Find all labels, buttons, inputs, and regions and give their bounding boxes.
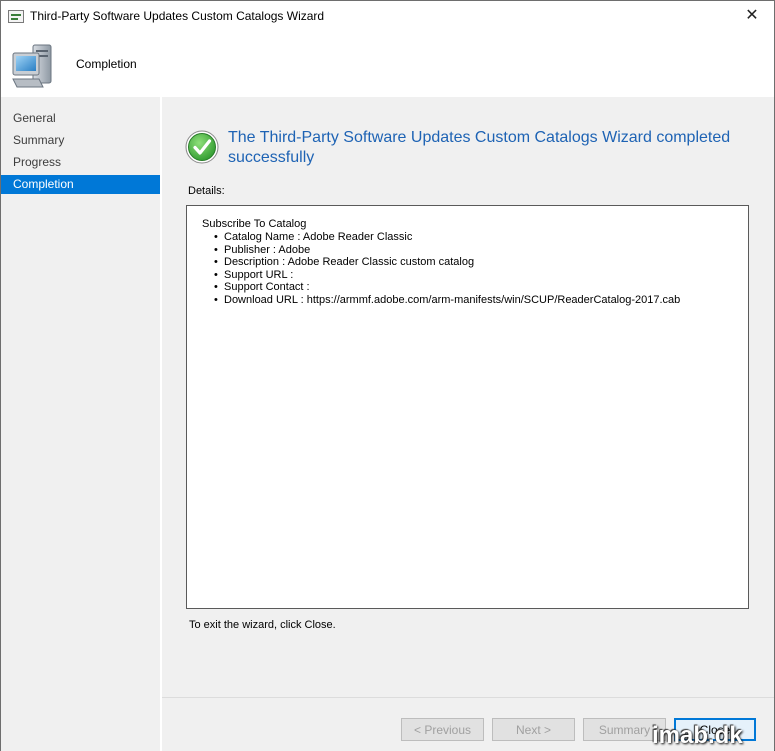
wizard-header: Completion [1, 32, 774, 96]
bullet-icon: • [214, 256, 218, 268]
details-item-download-url: • Download URL : https://armmf.adobe.com/… [214, 293, 681, 306]
bullet-icon: • [214, 293, 218, 306]
details-label: Details: [188, 185, 225, 197]
exit-instructions: To exit the wizard, click Close. [189, 619, 336, 631]
details-item-publisher: • Publisher : Adobe [214, 243, 311, 256]
close-window-button[interactable]: ✕ [737, 5, 767, 27]
nav-item-summary[interactable]: Summary [1, 131, 160, 150]
details-item-support-url: • Support URL : [214, 268, 294, 281]
nav-item-completion[interactable]: Completion [1, 175, 160, 194]
nav-item-progress[interactable]: Progress [1, 153, 160, 172]
wizard-nav: General Summary Progress Completion [1, 97, 160, 751]
title-bar: Third-Party Software Updates Custom Cata… [1, 1, 774, 32]
wizard-window: Third-Party Software Updates Custom Cata… [0, 0, 775, 751]
wizard-content: The Third-Party Software Updates Custom … [162, 97, 774, 697]
success-check-icon [185, 130, 219, 164]
nav-item-general[interactable]: General [1, 109, 160, 128]
details-item-support-contact: • Support Contact : [214, 281, 310, 293]
page-title: Completion [76, 57, 137, 71]
details-list: • Catalog Name : Adobe Reader Classic • Pu… [212, 231, 680, 306]
success-message: The Third-Party Software Updates Custom … [228, 129, 731, 166]
watermark-logo: imab.dk [652, 722, 743, 749]
window-title: Third-Party Software Updates Custom Cata… [30, 9, 325, 23]
previous-button[interactable]: < Previous [401, 718, 484, 741]
bullet-icon: • [214, 281, 218, 293]
details-textbox[interactable]: Subscribe To Catalog • Catalog Name : Ado… [186, 205, 749, 609]
details-item-catalog-name: • Catalog Name : Adobe Reader Classic [214, 231, 413, 243]
details-item-description: • Description : Adobe Reader Classic cust… [214, 256, 475, 268]
computer-icon [12, 44, 52, 88]
wizard-app-icon [8, 10, 24, 23]
next-button[interactable]: Next > [492, 718, 575, 741]
details-heading: Subscribe To Catalog [202, 218, 307, 230]
bullet-icon: • [214, 268, 218, 281]
bullet-icon: • [214, 243, 218, 256]
bullet-icon: • [214, 231, 218, 243]
